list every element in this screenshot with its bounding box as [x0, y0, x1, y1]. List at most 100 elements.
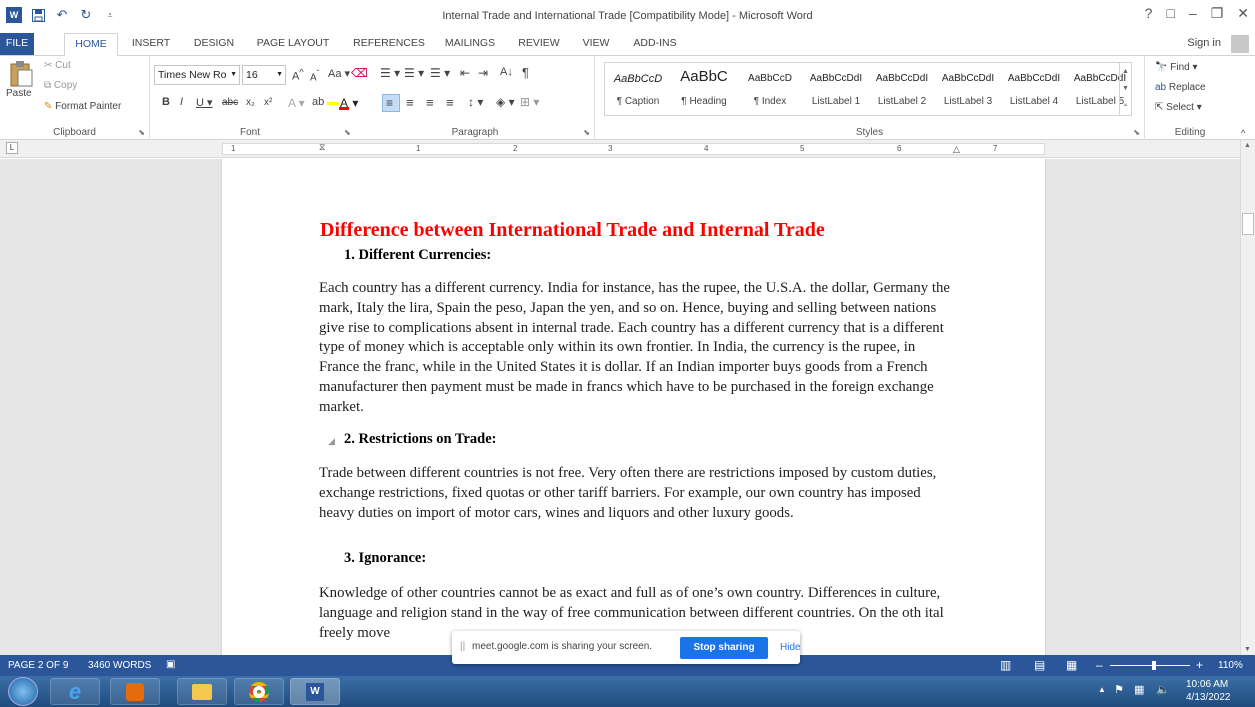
- style-listlabel-2[interactable]: AaBbCcDdI ListLabel 2: [869, 63, 935, 115]
- clear-formatting-icon[interactable]: ⌫: [351, 66, 368, 80]
- font-name-combo[interactable]: Times New Ro ▼: [154, 65, 240, 85]
- paragraph-launcher-icon[interactable]: ⬊: [583, 128, 590, 137]
- file-explorer-icon[interactable]: [177, 678, 227, 705]
- tab-mailings[interactable]: MAILINGS: [440, 33, 500, 55]
- volume-icon[interactable]: 🔈: [1156, 683, 1170, 696]
- bullets-icon[interactable]: ☰ ▾: [380, 66, 400, 80]
- zoom-level[interactable]: 110%: [1218, 660, 1243, 671]
- justify-icon[interactable]: ≡: [446, 95, 454, 110]
- action-center-icon[interactable]: ⚑: [1114, 683, 1124, 696]
- tab-add-ins[interactable]: ADD-INS: [626, 33, 684, 55]
- paste-button[interactable]: Paste: [6, 60, 38, 104]
- shrink-font-button[interactable]: Aˇ: [310, 68, 319, 83]
- font-color-icon[interactable]: A ▾: [339, 96, 358, 110]
- read-mode-icon[interactable]: ▥: [1000, 658, 1011, 672]
- select-button[interactable]: ⇱ Select ▾: [1155, 102, 1202, 113]
- style-listlabel-3[interactable]: AaBbCcDdI ListLabel 3: [935, 63, 1001, 115]
- stop-sharing-button[interactable]: Stop sharing: [680, 637, 768, 659]
- web-layout-icon[interactable]: ▦: [1066, 658, 1077, 672]
- borders-icon[interactable]: ⊞ ▾: [520, 95, 539, 109]
- highlight-icon[interactable]: ab: [312, 96, 340, 108]
- style-heading[interactable]: AaBbC ¶ Heading: [671, 63, 737, 115]
- document-page[interactable]: Difference between International Trade a…: [222, 159, 1045, 655]
- close-button[interactable]: ✕: [1237, 5, 1249, 22]
- styles-scroll[interactable]: ▲ ▼ ⩡: [1119, 63, 1131, 115]
- superscript-button[interactable]: x²: [264, 97, 272, 108]
- page-count[interactable]: PAGE 2 OF 9: [8, 660, 68, 671]
- horizontal-ruler[interactable]: 1 1 2 3 4 5 6 7 ⧖ △: [222, 142, 1045, 155]
- scroll-down-icon[interactable]: ▼: [1244, 646, 1251, 653]
- copy-button[interactable]: ⧉ Copy: [44, 80, 77, 91]
- strikethrough-button[interactable]: abc: [222, 97, 238, 108]
- align-right-icon[interactable]: ≡: [426, 95, 434, 110]
- tab-insert[interactable]: INSERT: [128, 33, 174, 55]
- tab-selector[interactable]: L: [6, 142, 18, 154]
- zoom-slider[interactable]: [1110, 665, 1190, 666]
- tab-page-layout[interactable]: PAGE LAYOUT: [252, 33, 334, 55]
- styles-launcher-icon[interactable]: ⬊: [1133, 128, 1140, 137]
- align-center-icon[interactable]: ≡: [406, 95, 414, 110]
- tab-home[interactable]: HOME: [64, 33, 118, 56]
- style-caption[interactable]: AaBbCcD ¶ Caption: [605, 63, 671, 115]
- align-left-button[interactable]: ≡: [382, 94, 400, 112]
- collapse-ribbon-icon[interactable]: ^: [1241, 128, 1245, 138]
- tab-references[interactable]: REFERENCES: [348, 33, 430, 55]
- replace-button[interactable]: ab Replace: [1155, 82, 1206, 93]
- sort-icon[interactable]: A↓: [500, 66, 513, 78]
- print-layout-icon[interactable]: ▤: [1034, 658, 1045, 672]
- shading-icon[interactable]: ◈ ▾: [496, 95, 515, 109]
- clipboard-launcher-icon[interactable]: ⬊: [138, 128, 145, 137]
- tab-design[interactable]: DESIGN: [188, 33, 240, 55]
- indent-marker-icon[interactable]: ⧖: [319, 142, 325, 153]
- find-button[interactable]: 🔭 Find ▾: [1155, 62, 1198, 73]
- ribbon-display-button[interactable]: □: [1166, 5, 1174, 22]
- drag-handle-icon[interactable]: ||: [460, 641, 465, 652]
- font-launcher-icon[interactable]: ⬊: [344, 128, 351, 137]
- chrome-icon[interactable]: [234, 678, 284, 705]
- style-index[interactable]: AaBbCcD ¶ Index: [737, 63, 803, 115]
- tab-view[interactable]: VIEW: [576, 33, 616, 55]
- zoom-out-icon[interactable]: –: [1096, 658, 1103, 672]
- proofing-icon[interactable]: ▣: [166, 659, 175, 670]
- tray-expand-icon[interactable]: ▲: [1098, 685, 1106, 694]
- cut-button[interactable]: ✂ Cut: [44, 60, 71, 71]
- numbering-icon[interactable]: ☰ ▾: [404, 66, 424, 80]
- hide-button[interactable]: Hide: [780, 637, 801, 659]
- collapse-heading-icon[interactable]: ◢: [328, 436, 335, 447]
- tab-review[interactable]: REVIEW: [512, 33, 566, 55]
- bold-button[interactable]: B: [162, 96, 170, 108]
- italic-button[interactable]: I: [180, 96, 183, 108]
- restore-button[interactable]: ❐: [1211, 5, 1224, 22]
- tab-file[interactable]: FILE: [0, 33, 34, 55]
- word-taskbar-icon[interactable]: W: [290, 678, 340, 705]
- help-button[interactable]: ?: [1145, 5, 1153, 22]
- change-case-button[interactable]: Aa ▾: [328, 67, 350, 80]
- network-icon[interactable]: ▦: [1134, 683, 1144, 696]
- avatar[interactable]: [1231, 35, 1249, 53]
- clock-time[interactable]: 10:06 AM: [1186, 679, 1228, 690]
- show-marks-icon[interactable]: ¶: [522, 65, 529, 80]
- internet-explorer-icon[interactable]: e: [50, 678, 100, 705]
- multilevel-list-icon[interactable]: ☰ ▾: [430, 66, 450, 80]
- text-effects-icon[interactable]: A ▾: [288, 96, 305, 110]
- grow-font-button[interactable]: A^: [292, 67, 304, 83]
- clock-date[interactable]: 4/13/2022: [1186, 692, 1231, 703]
- style-listlabel-1[interactable]: AaBbCcDdI ListLabel 1: [803, 63, 869, 115]
- sign-in-link[interactable]: Sign in: [1187, 37, 1221, 49]
- decrease-indent-icon[interactable]: ⇤: [460, 66, 470, 80]
- scroll-thumb[interactable]: [1242, 213, 1254, 235]
- right-indent-marker-icon[interactable]: △: [953, 144, 960, 155]
- line-spacing-icon[interactable]: ↕ ▾: [468, 95, 483, 109]
- style-listlabel-4[interactable]: AaBbCcDdI ListLabel 4: [1001, 63, 1067, 115]
- scroll-up-icon[interactable]: ▲: [1244, 142, 1251, 149]
- media-player-icon[interactable]: [110, 678, 160, 705]
- vertical-scrollbar[interactable]: ▲ ▼: [1240, 140, 1255, 655]
- word-count[interactable]: 3460 WORDS: [88, 660, 151, 671]
- increase-indent-icon[interactable]: ⇥: [478, 66, 488, 80]
- start-button-icon[interactable]: [8, 677, 38, 706]
- zoom-in-icon[interactable]: +: [1196, 658, 1203, 672]
- format-painter-button[interactable]: ✎ Format Painter: [44, 101, 121, 112]
- minimize-button[interactable]: –: [1189, 5, 1197, 22]
- subscript-button[interactable]: x₂: [246, 97, 255, 108]
- zoom-slider-thumb[interactable]: [1152, 661, 1156, 670]
